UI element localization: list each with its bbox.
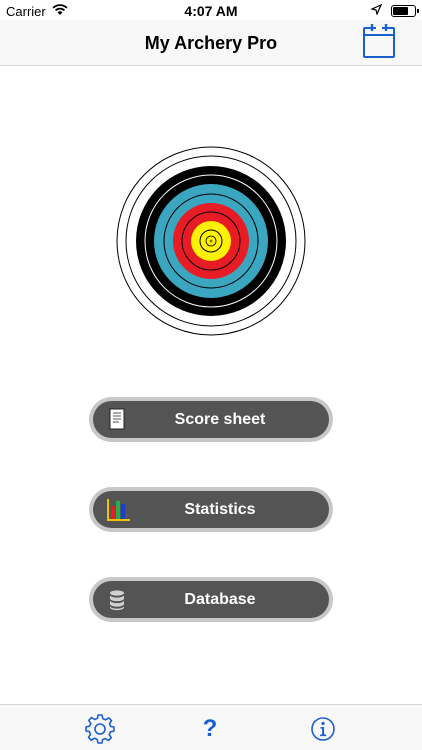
score-sheet-button[interactable]: Score sheet [89, 397, 333, 442]
database-button-face: Database [93, 581, 329, 618]
statistics-button[interactable]: Statistics [89, 487, 333, 532]
statistics-button-face: Statistics [93, 491, 329, 528]
status-time: 4:07 AM [184, 3, 238, 19]
location-arrow-icon [371, 4, 382, 15]
question-mark-icon: ? [202, 715, 218, 742]
database-button[interactable]: Database [89, 577, 333, 622]
database-label: Database [184, 590, 256, 608]
calendar-icon[interactable] [362, 23, 396, 59]
score-sheet-label: Score sheet [174, 410, 266, 428]
tab-bar: ? [0, 704, 422, 750]
score-sheet-button-face: Score sheet [93, 401, 329, 438]
page-title: My Archery Pro [144, 33, 278, 53]
battery-icon [391, 5, 419, 17]
status-bar: Carrier 4:07 AM [0, 0, 422, 22]
gear-icon[interactable] [83, 712, 117, 746]
statistics-label: Statistics [184, 500, 256, 518]
navigation-bar: My Archery Pro [0, 20, 422, 66]
archery-target-icon [116, 146, 306, 336]
info-icon[interactable] [306, 712, 340, 746]
help-button[interactable]: ? [193, 712, 227, 746]
